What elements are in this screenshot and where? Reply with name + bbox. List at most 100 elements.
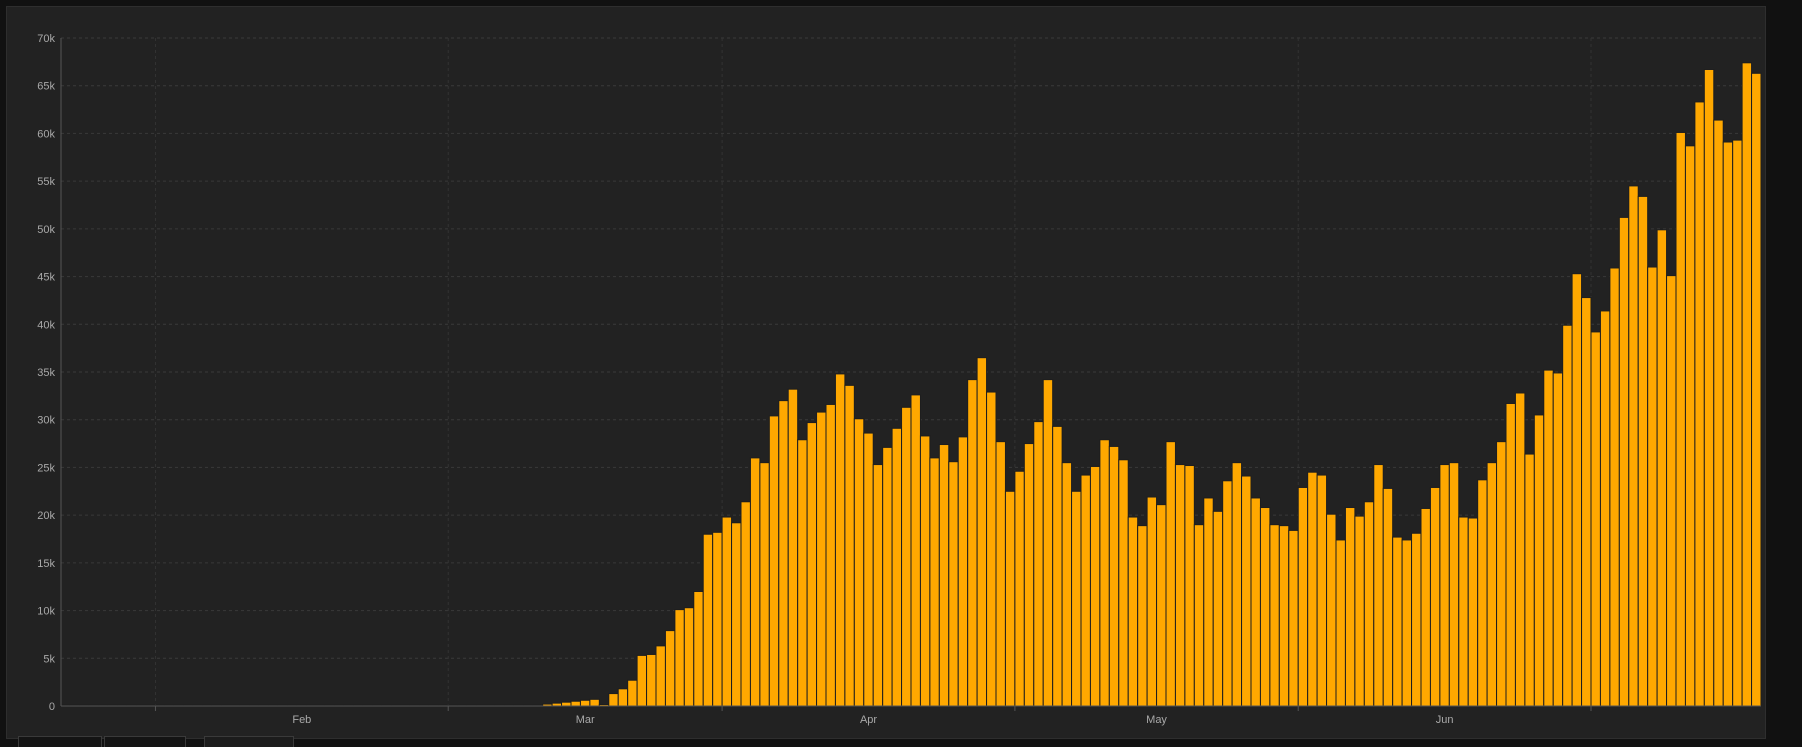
bar[interactable]: [740, 501, 751, 707]
bar[interactable]: [863, 432, 874, 707]
bar[interactable]: [1533, 414, 1545, 707]
bar[interactable]: [674, 609, 685, 707]
bar[interactable]: [938, 444, 950, 707]
bar[interactable]: [872, 464, 884, 707]
bar[interactable]: [986, 391, 997, 707]
bar[interactable]: [731, 522, 742, 707]
bar[interactable]: [1382, 487, 1394, 707]
bar[interactable]: [1269, 524, 1280, 707]
bar[interactable]: [1647, 266, 1658, 707]
bar[interactable]: [1297, 486, 1309, 707]
bar[interactable]: [1193, 524, 1205, 707]
bar[interactable]: [1524, 453, 1535, 707]
bar[interactable]: [1354, 515, 1365, 707]
bar[interactable]: [1420, 507, 1431, 707]
bar[interactable]: [1505, 402, 1516, 707]
bar[interactable]: [976, 357, 988, 707]
bar[interactable]: [1241, 475, 1252, 707]
bar[interactable]: [1656, 229, 1668, 707]
bar[interactable]: [1278, 525, 1290, 707]
bar[interactable]: [1486, 462, 1498, 707]
bar[interactable]: [1684, 145, 1696, 707]
bar[interactable]: [1052, 425, 1063, 707]
bottom-tab-3[interactable]: [204, 736, 294, 747]
bar[interactable]: [910, 394, 921, 707]
bar[interactable]: [1703, 68, 1715, 707]
bar[interactable]: [1590, 331, 1601, 707]
bar[interactable]: [948, 461, 959, 707]
bar[interactable]: [627, 679, 638, 707]
bar[interactable]: [1562, 324, 1573, 707]
bar[interactable]: [1609, 267, 1620, 707]
bar[interactable]: [1514, 392, 1526, 707]
bar[interactable]: [1184, 465, 1195, 707]
bar[interactable]: [1543, 369, 1554, 707]
bar[interactable]: [1307, 471, 1318, 707]
bar[interactable]: [1108, 445, 1120, 707]
bar[interactable]: [1042, 379, 1054, 707]
bar[interactable]: [646, 653, 657, 707]
bar[interactable]: [1637, 195, 1649, 707]
bar[interactable]: [1373, 464, 1384, 707]
bar[interactable]: [1127, 516, 1139, 707]
bar[interactable]: [1467, 517, 1479, 707]
bar[interactable]: [1552, 372, 1564, 707]
bar[interactable]: [1259, 507, 1271, 707]
bar[interactable]: [825, 403, 836, 707]
bar[interactable]: [1137, 525, 1148, 707]
bar[interactable]: [1288, 529, 1299, 707]
bar[interactable]: [853, 418, 865, 707]
bar[interactable]: [1231, 462, 1243, 707]
bar[interactable]: [749, 457, 761, 707]
bar[interactable]: [1089, 465, 1101, 707]
bottom-tab-1[interactable]: [18, 736, 102, 747]
bar[interactable]: [1392, 536, 1403, 707]
bar[interactable]: [1014, 470, 1025, 707]
bar[interactable]: [787, 388, 799, 707]
bar[interactable]: [570, 700, 581, 707]
bar[interactable]: [1448, 462, 1460, 707]
bar[interactable]: [1713, 119, 1724, 707]
bar[interactable]: [1363, 501, 1375, 707]
bar[interactable]: [1458, 516, 1469, 707]
bar[interactable]: [1675, 131, 1686, 707]
bar[interactable]: [891, 427, 903, 707]
bar[interactable]: [768, 415, 780, 707]
bar[interactable]: [919, 435, 931, 707]
bar[interactable]: [1061, 462, 1073, 707]
bar[interactable]: [1326, 513, 1337, 707]
bar[interactable]: [759, 462, 770, 707]
bar[interactable]: [816, 411, 827, 707]
bar[interactable]: [655, 645, 666, 707]
bar[interactable]: [561, 701, 572, 707]
bar[interactable]: [1496, 441, 1507, 707]
bar[interactable]: [1146, 496, 1158, 707]
bar[interactable]: [1439, 464, 1450, 707]
bar[interactable]: [1174, 464, 1186, 707]
bar[interactable]: [1004, 490, 1016, 707]
bar[interactable]: [1335, 539, 1346, 707]
bar[interactable]: [1581, 297, 1592, 707]
bar[interactable]: [664, 630, 676, 707]
bar[interactable]: [1080, 474, 1091, 707]
bar[interactable]: [844, 384, 855, 707]
bar[interactable]: [834, 373, 846, 707]
bar[interactable]: [1429, 486, 1441, 707]
bar[interactable]: [1344, 507, 1356, 707]
bar[interactable]: [1071, 490, 1082, 707]
bar[interactable]: [882, 446, 893, 707]
bar[interactable]: [1033, 421, 1044, 707]
bar[interactable]: [806, 422, 818, 707]
bar[interactable]: [589, 698, 600, 707]
bar[interactable]: [1316, 474, 1328, 707]
bar[interactable]: [1571, 273, 1583, 707]
bar[interactable]: [1618, 216, 1630, 707]
bar[interactable]: [929, 457, 940, 707]
bar[interactable]: [1722, 141, 1734, 707]
bar[interactable]: [995, 441, 1006, 707]
bar[interactable]: [617, 688, 629, 707]
bar[interactable]: [1741, 62, 1753, 707]
bar[interactable]: [778, 400, 789, 707]
bar[interactable]: [1599, 310, 1611, 707]
bar[interactable]: [1666, 275, 1677, 707]
